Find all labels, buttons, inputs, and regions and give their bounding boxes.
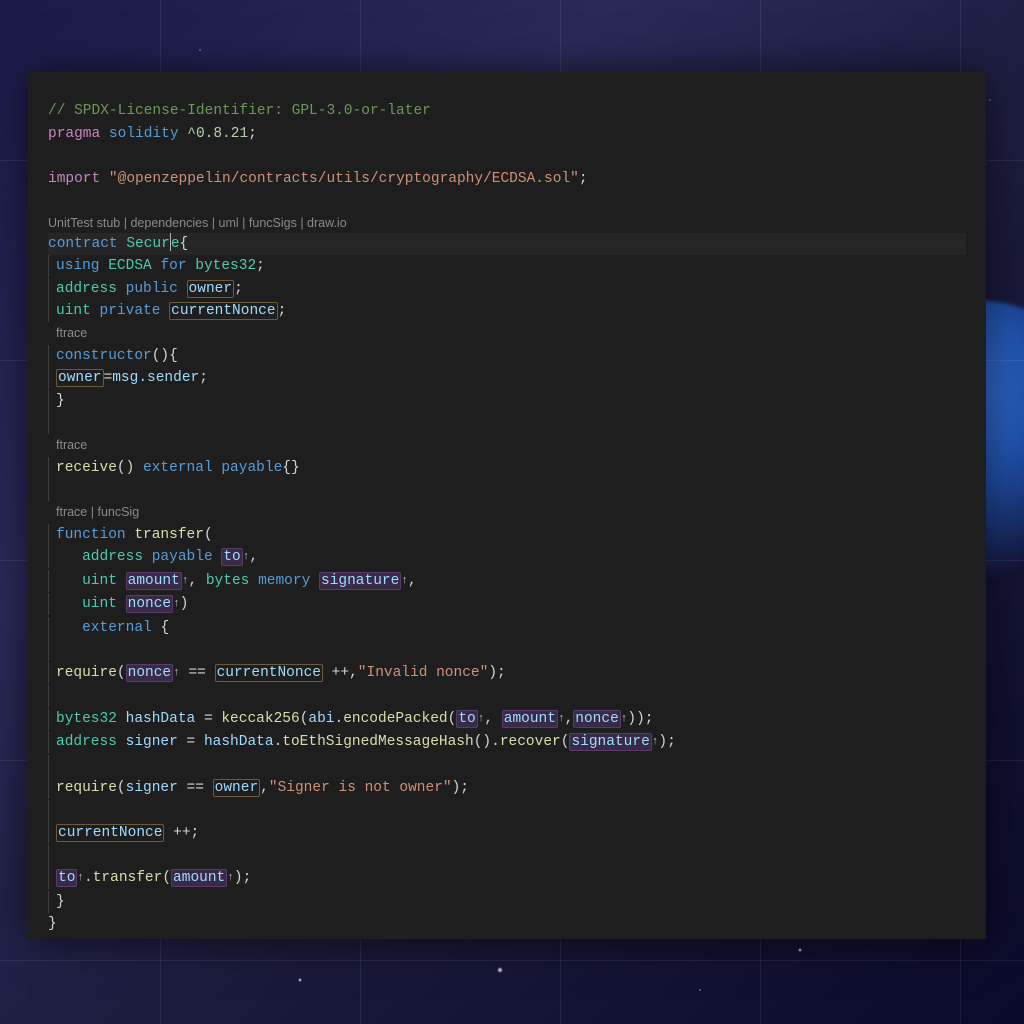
code-line: bytes32 hashData = keccak256(abi.encodeP… [48,708,966,732]
code-line: address payable to↑, [48,546,966,570]
blank-line [48,845,966,868]
code-line: constructor(){ [48,345,966,368]
code-line: uint nonce↑) [48,593,966,617]
code-line: require(nonce↑ == currentNonce ++,"Inval… [48,662,966,686]
blank-line [48,479,966,502]
code-line: require(signer == owner,"Signer is not o… [48,777,966,800]
code-line: } [48,913,966,936]
codelens-row[interactable]: UnitTest stub | dependencies | uml | fun… [48,213,966,233]
text-cursor [170,233,171,251]
code-line: // SPDX-License-Identifier: GPL-3.0-or-l… [48,100,966,123]
code-line: } [48,891,966,914]
blank-line [48,190,966,213]
code-line: uint private currentNonce; [48,300,966,323]
blank-line [48,639,966,662]
code-line: address signer = hashData.toEthSignedMes… [48,731,966,755]
code-line: owner=msg.sender; [48,367,966,390]
blank-line [48,800,966,823]
codelens-row[interactable]: ftrace | funcSig [48,502,966,524]
blank-line [48,412,966,435]
code-line: import "@openzeppelin/contracts/utils/cr… [48,168,966,191]
code-line: to↑.transfer(amount↑); [48,867,966,891]
code-line: function transfer( [48,524,966,547]
code-line-active: contract Secure{ [48,233,966,256]
code-line: currentNonce ++; [48,822,966,845]
code-line: address public owner; [48,278,966,301]
code-line: uint amount↑, bytes memory signature↑, [48,570,966,594]
code-line: using ECDSA for bytes32; [48,255,966,278]
blank-line [48,685,966,708]
code-line: } [48,390,966,413]
codelens-row[interactable]: ftrace [48,323,966,345]
code-line: receive() external payable{} [48,457,966,480]
blank-line [48,145,966,168]
codelens-row[interactable]: ftrace [48,435,966,457]
code-line: pragma solidity ^0.8.21; [48,123,966,146]
code-editor[interactable]: // SPDX-License-Identifier: GPL-3.0-or-l… [28,72,986,939]
code-line: external { [48,617,966,640]
blank-line [48,755,966,778]
